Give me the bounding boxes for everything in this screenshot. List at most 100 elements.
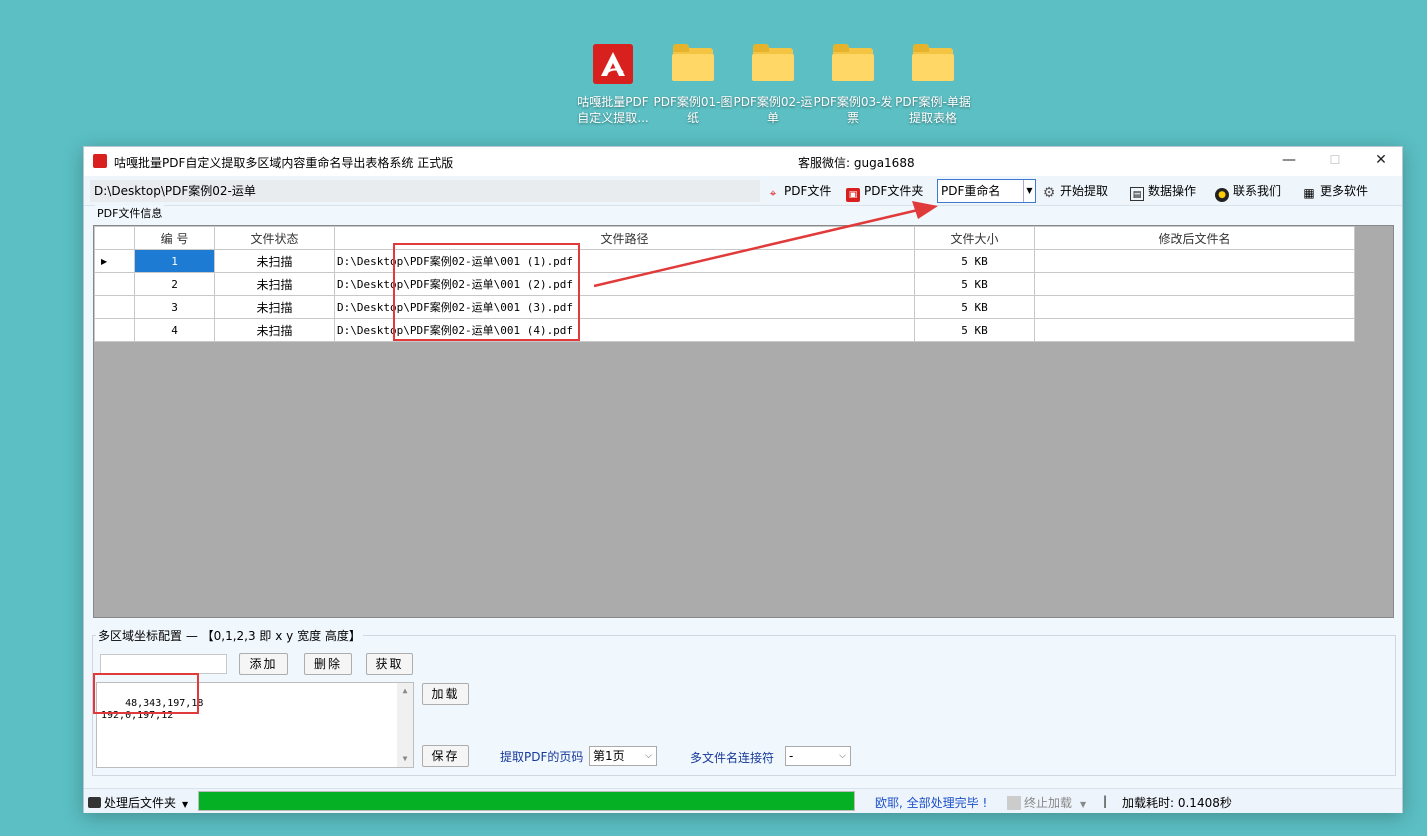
processed-folder-button[interactable]: 处理后文件夹 ▼ bbox=[88, 794, 188, 811]
row-pointer-icon: ▶ bbox=[94, 249, 135, 273]
joiner-select[interactable]: - ⌵ bbox=[785, 746, 851, 766]
page-select[interactable]: 第1页 ⌵ bbox=[589, 746, 657, 766]
row-header-corner bbox=[94, 226, 135, 250]
folder-icon bbox=[671, 44, 715, 84]
row-header bbox=[94, 318, 135, 342]
minimize-button[interactable]: — bbox=[1266, 147, 1312, 176]
more-software-button[interactable]: ▦ 更多软件 bbox=[1302, 183, 1368, 200]
service-contact: 客服微信: guga1688 bbox=[798, 156, 915, 170]
coords-entry-input[interactable] bbox=[100, 654, 227, 674]
mode-select[interactable]: PDF重命名 ▼ bbox=[937, 179, 1036, 203]
cell-no[interactable]: 3 bbox=[134, 295, 215, 319]
desktop-icon-label: PDF案例-单据提取表格 bbox=[895, 95, 971, 125]
desktop-icon-label: PDF案例03-发票 bbox=[813, 95, 893, 125]
table-row[interactable]: 3 未扫描 D:\Desktop\PDF案例02-运单\001 (3).pdf … bbox=[94, 295, 1355, 319]
cell-no[interactable]: 4 bbox=[134, 318, 215, 342]
cell-size[interactable]: 5 KB bbox=[914, 295, 1035, 319]
cell-status[interactable]: 未扫描 bbox=[214, 295, 335, 319]
cell-path[interactable]: D:\Desktop\PDF案例02-运单\001 (1).pdf bbox=[334, 249, 915, 273]
load-time: 加载耗时: 0.1408秒 bbox=[1122, 796, 1232, 810]
progress-bar bbox=[198, 791, 855, 811]
page-label: 提取PDF的页码 bbox=[500, 750, 584, 764]
col-header-status[interactable]: 文件状态 bbox=[214, 226, 335, 250]
row-header bbox=[94, 295, 135, 319]
table-row[interactable]: 2 未扫描 D:\Desktop\PDF案例02-运单\001 (2).pdf … bbox=[94, 272, 1355, 296]
desktop-icon-pdf-app[interactable]: 咕嘎批量PDF自定义提取... bbox=[573, 44, 653, 126]
table-row[interactable]: 4 未扫描 D:\Desktop\PDF案例02-运单\001 (4).pdf … bbox=[94, 318, 1355, 342]
add-button[interactable]: 添加 bbox=[239, 653, 288, 675]
toolbar: D:\Desktop\PDF案例02-运单 ⌖ PDF文件 ▣ PDF文件夹 PDF… bbox=[84, 176, 1402, 206]
chevron-down-icon: ▼ bbox=[1080, 800, 1087, 809]
cell-no[interactable]: 1 bbox=[134, 249, 215, 273]
contact-button[interactable]: ● 联系我们 bbox=[1215, 183, 1281, 202]
cell-path[interactable]: D:\Desktop\PDF案例02-运单\001 (4).pdf bbox=[334, 318, 915, 342]
cell-size[interactable]: 5 KB bbox=[914, 249, 1035, 273]
app-window: 咕嘎批量PDF自定义提取多区域内容重命名导出表格系统 正式版 客服微信: gug… bbox=[83, 146, 1403, 813]
cell-no[interactable]: 2 bbox=[134, 272, 215, 296]
row-header bbox=[94, 272, 135, 296]
folder-icon bbox=[831, 44, 875, 84]
coords-config-label: 多区域坐标配置 — 【0,1,2,3 即 x y 宽度 高度】 bbox=[96, 627, 363, 644]
folder-icon bbox=[911, 44, 955, 84]
fetch-button[interactable]: 获取 bbox=[366, 653, 413, 675]
cell-status[interactable]: 未扫描 bbox=[214, 272, 335, 296]
stop-icon bbox=[1007, 796, 1021, 810]
file-table: 编 号 文件状态 文件路径 文件大小 修改后文件名 ▶ 1 未扫描 D:\Des… bbox=[94, 226, 1355, 342]
delete-button[interactable]: 删除 bbox=[304, 653, 352, 675]
cell-status[interactable]: 未扫描 bbox=[214, 318, 335, 342]
desktop-icon-folder-03[interactable]: PDF案例03-发票 bbox=[813, 44, 893, 126]
camera-icon bbox=[88, 797, 101, 808]
col-header-newname[interactable]: 修改后文件名 bbox=[1034, 226, 1355, 250]
col-header-path[interactable]: 文件路径 bbox=[334, 226, 915, 250]
title-bar[interactable]: 咕嘎批量PDF自定义提取多区域内容重命名导出表格系统 正式版 客服微信: gug… bbox=[84, 147, 1402, 176]
current-path: D:\Desktop\PDF案例02-运单 bbox=[90, 180, 760, 202]
cell-size[interactable]: 5 KB bbox=[914, 318, 1035, 342]
desktop-icon-folder-01[interactable]: PDF案例01-图纸 bbox=[653, 44, 733, 126]
status-message: 欧耶, 全部处理完毕 ! bbox=[875, 796, 988, 810]
pdf-file-button[interactable]: ⌖ PDF文件 bbox=[766, 183, 832, 200]
cell-path[interactable]: D:\Desktop\PDF案例02-运单\001 (3).pdf bbox=[334, 295, 915, 319]
cell-path[interactable]: D:\Desktop\PDF案例02-运单\001 (2).pdf bbox=[334, 272, 915, 296]
progress-fill bbox=[199, 792, 854, 810]
cell-size[interactable]: 5 KB bbox=[914, 272, 1035, 296]
maximize-button[interactable]: ☐ bbox=[1312, 147, 1358, 176]
close-button[interactable]: ✕ bbox=[1358, 147, 1404, 176]
save-button[interactable]: 保存 bbox=[422, 745, 469, 767]
cell-newname[interactable] bbox=[1034, 318, 1355, 342]
desktop-icon-folder-table[interactable]: PDF案例-单据提取表格 bbox=[893, 44, 973, 126]
coords-scrollbar[interactable]: ▲ ▼ bbox=[397, 683, 413, 767]
status-separator: | bbox=[1103, 794, 1108, 808]
table-row[interactable]: ▶ 1 未扫描 D:\Desktop\PDF案例02-运单\001 (1).pd… bbox=[94, 249, 1355, 273]
pdf-folder-button[interactable]: ▣ PDF文件夹 bbox=[846, 183, 923, 202]
gear-icon: ⚙ bbox=[1042, 185, 1056, 201]
cell-newname[interactable] bbox=[1034, 295, 1355, 319]
pdf-app-icon bbox=[593, 44, 633, 84]
data-ops-button[interactable]: ▤ 数据操作 bbox=[1130, 183, 1196, 201]
scroll-up-icon[interactable]: ▲ bbox=[397, 685, 413, 697]
scroll-down-icon[interactable]: ▼ bbox=[397, 753, 413, 765]
start-extract-button[interactable]: ⚙ 开始提取 bbox=[1042, 183, 1108, 201]
coords-textarea[interactable]: 48,343,197,18 192,0,197,12 ▲ ▼ bbox=[96, 682, 414, 768]
chevron-down-icon: ▼ bbox=[182, 800, 189, 809]
joiner-label: 多文件名连接符 bbox=[690, 751, 775, 765]
window-title: 咕嘎批量PDF自定义提取多区域内容重命名导出表格系统 正式版 bbox=[114, 156, 454, 170]
desktop-icon-label: PDF案例01-图纸 bbox=[653, 95, 733, 125]
cell-status[interactable]: 未扫描 bbox=[214, 249, 335, 273]
stop-load-button[interactable]: 终止加载 ▼ bbox=[1007, 794, 1086, 811]
coords-text: 48,343,197,18 192,0,197,12 bbox=[101, 698, 204, 721]
qq-icon: ● bbox=[1215, 188, 1229, 202]
folder-icon bbox=[751, 44, 795, 84]
col-header-size[interactable]: 文件大小 bbox=[914, 226, 1035, 250]
grid-icon: ▦ bbox=[1303, 186, 1315, 200]
chevron-down-icon: ▼ bbox=[1023, 180, 1035, 202]
desktop-icon-label: 咕嘎批量PDF自定义提取... bbox=[577, 95, 649, 125]
table-header: 编 号 文件状态 文件路径 文件大小 修改后文件名 bbox=[94, 226, 1355, 250]
cell-newname[interactable] bbox=[1034, 272, 1355, 296]
chevron-down-icon: ⌵ bbox=[645, 751, 652, 761]
desktop-icon-folder-02[interactable]: PDF案例02-运单 bbox=[733, 44, 813, 126]
col-header-no[interactable]: 编 号 bbox=[134, 226, 215, 250]
load-button[interactable]: 加载 bbox=[422, 683, 469, 705]
cell-newname[interactable] bbox=[1034, 249, 1355, 273]
desktop-icon-label: PDF案例02-运单 bbox=[733, 95, 813, 125]
file-grid[interactable]: 编 号 文件状态 文件路径 文件大小 修改后文件名 ▶ 1 未扫描 D:\Des… bbox=[93, 225, 1394, 618]
